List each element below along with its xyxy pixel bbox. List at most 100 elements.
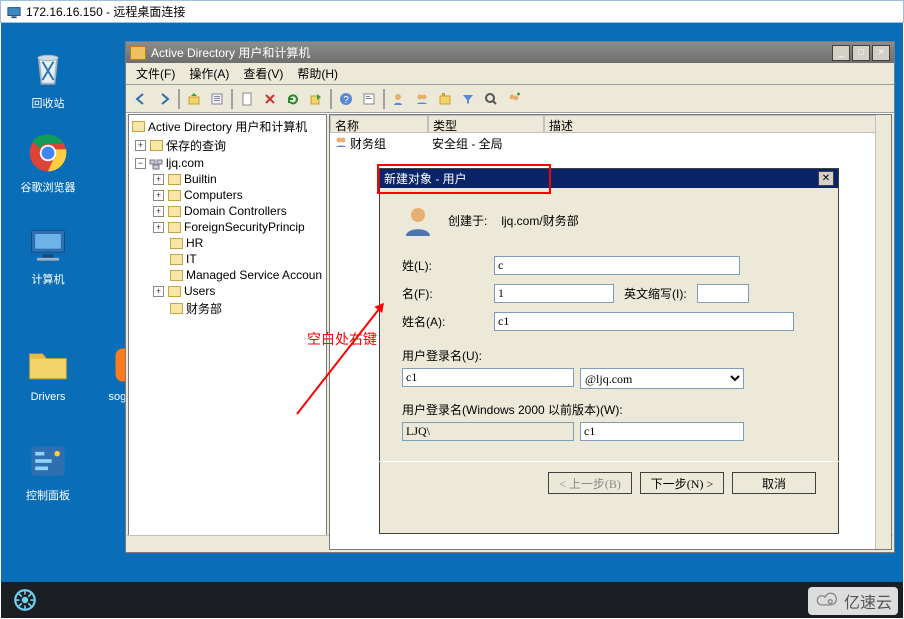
watermark-text: 亿速云	[844, 589, 892, 613]
expander-icon[interactable]: +	[153, 222, 164, 233]
netbios-domain-input	[402, 422, 574, 441]
nav-back-button[interactable]	[130, 88, 152, 110]
desktop-icon-drivers[interactable]: Drivers	[13, 343, 83, 403]
menu-file[interactable]: 文件(F)	[130, 63, 181, 84]
expander-icon[interactable]: −	[135, 158, 146, 169]
close-button[interactable]: ×	[872, 45, 890, 61]
delete-button[interactable]	[259, 88, 281, 110]
remote-desktop: 回收站 谷歌浏览器 计算机 Drivers S sogou_…	[1, 23, 903, 618]
tree-pane[interactable]: Active Directory 用户和计算机 +保存的查询 −ljq.com …	[128, 114, 327, 550]
desktop-icon-control-panel[interactable]: 控制面板	[13, 439, 83, 503]
aduc-root-icon	[131, 120, 145, 133]
folder-icon	[26, 343, 70, 387]
rdc-icon	[7, 5, 21, 19]
add-to-group-button[interactable]	[503, 88, 525, 110]
aduc-title-icon	[130, 46, 146, 60]
expander-icon[interactable]: +	[153, 286, 164, 297]
new-ou-button[interactable]	[434, 88, 456, 110]
desktop-icon-label: 谷歌浏览器	[13, 179, 83, 195]
annotation-box	[377, 164, 551, 194]
givenname-input[interactable]	[494, 284, 614, 303]
label-initials: 英文缩写(I):	[624, 285, 687, 302]
desktop-icon-computer[interactable]: 计算机	[13, 223, 83, 287]
desktop-icon-chrome[interactable]: 谷歌浏览器	[13, 131, 83, 195]
menubar: 文件(F) 操作(A) 查看(V) 帮助(H)	[126, 63, 894, 85]
logon-input[interactable]	[402, 368, 574, 387]
recycle-bin-icon	[26, 47, 70, 91]
next-button[interactable]: 下一步(N) >	[640, 472, 724, 494]
created-in-value: ljq.com/财务部	[501, 212, 578, 229]
expander-icon[interactable]: +	[135, 140, 146, 151]
tree-it[interactable]: IT	[186, 252, 197, 266]
samaccountname-input[interactable]	[580, 422, 744, 441]
tree-users[interactable]: Users	[184, 284, 215, 298]
upn-suffix-select[interactable]: @ljq.com	[580, 368, 744, 389]
expander-icon[interactable]: +	[153, 190, 164, 201]
export-button[interactable]	[305, 88, 327, 110]
tree-fsp[interactable]: ForeignSecurityPrincip	[184, 220, 305, 234]
list-header: 名称 类型 描述	[330, 115, 891, 133]
tree-msa[interactable]: Managed Service Accoun	[186, 268, 322, 282]
filter-button[interactable]	[457, 88, 479, 110]
dialog-separator	[358, 461, 860, 462]
menu-action[interactable]: 操作(A)	[183, 63, 235, 84]
tree-saved-queries[interactable]: 保存的查询	[166, 137, 226, 154]
new-user-button[interactable]	[388, 88, 410, 110]
up-button[interactable]	[183, 88, 205, 110]
label-surname: 姓(L):	[402, 257, 494, 274]
refresh-button[interactable]	[282, 88, 304, 110]
computer-icon	[26, 223, 70, 267]
help-button[interactable]: ?	[335, 88, 357, 110]
group-icon	[334, 135, 350, 152]
domain-icon	[149, 157, 163, 170]
cut-icon[interactable]	[236, 88, 258, 110]
minimize-button[interactable]: _	[832, 45, 850, 61]
rdc-titlebar: 172.16.16.150 - 远程桌面连接	[0, 0, 904, 23]
col-type[interactable]: 类型	[428, 115, 544, 133]
taskbar	[1, 582, 903, 618]
label-logon-pre2000: 用户登录名(Windows 2000 以前版本)(W):	[402, 401, 816, 418]
menu-help[interactable]: 帮助(H)	[291, 63, 344, 84]
tree-hr[interactable]: HR	[186, 236, 203, 250]
col-name[interactable]: 名称	[330, 115, 428, 133]
watermark: 亿速云	[808, 587, 898, 615]
menu-view[interactable]: 查看(V)	[237, 63, 289, 84]
list-vscrollbar[interactable]	[875, 115, 891, 549]
desktop-icon-recycle-bin[interactable]: 回收站	[13, 47, 83, 111]
maximize-button[interactable]: □	[852, 45, 870, 61]
surname-input[interactable]	[494, 256, 740, 275]
tree-domain-controllers[interactable]: Domain Controllers	[184, 204, 287, 218]
control-panel-icon	[26, 439, 70, 483]
expander-icon[interactable]: +	[153, 206, 164, 217]
created-in-label: 创建于:	[448, 212, 487, 229]
initials-input[interactable]	[697, 284, 749, 303]
new-user-dialog: 新建对象 - 用户 ✕ 创建于: ljq.com/财务部 姓(L): 名(F):	[379, 168, 839, 534]
find-button[interactable]	[358, 88, 380, 110]
start-button[interactable]	[5, 585, 45, 615]
user-head-icon	[402, 204, 434, 236]
desktop-icon-label: Drivers	[13, 391, 83, 403]
tree-domain[interactable]: ljq.com	[166, 156, 204, 170]
aduc-title-text: Active Directory 用户和计算机	[151, 44, 310, 61]
annotation-text: 空白处右键	[307, 329, 377, 349]
label-givenname: 名(F):	[402, 285, 494, 302]
tree-finance[interactable]: 财务部	[186, 300, 222, 317]
search-button[interactable]	[480, 88, 502, 110]
cancel-button[interactable]: 取消	[732, 472, 816, 494]
dialog-close-button[interactable]: ✕	[818, 171, 834, 186]
chrome-icon	[26, 131, 70, 175]
new-group-button[interactable]	[411, 88, 433, 110]
properties-button[interactable]	[206, 88, 228, 110]
fullname-input[interactable]	[494, 312, 794, 331]
aduc-titlebar[interactable]: Active Directory 用户和计算机 _ □ ×	[126, 42, 894, 63]
tree-builtin[interactable]: Builtin	[184, 172, 217, 186]
tree-hscrollbar[interactable]	[128, 535, 327, 550]
tree-root[interactable]: Active Directory 用户和计算机	[148, 118, 307, 135]
nav-forward-button[interactable]	[153, 88, 175, 110]
rdc-title-text: 172.16.16.150 - 远程桌面连接	[26, 3, 185, 20]
col-desc[interactable]: 描述	[544, 115, 891, 133]
list-item[interactable]: 财务组 安全组 - 全局	[330, 133, 891, 154]
label-logon: 用户登录名(U):	[402, 347, 816, 364]
expander-icon[interactable]: +	[153, 174, 164, 185]
tree-computers[interactable]: Computers	[184, 188, 243, 202]
